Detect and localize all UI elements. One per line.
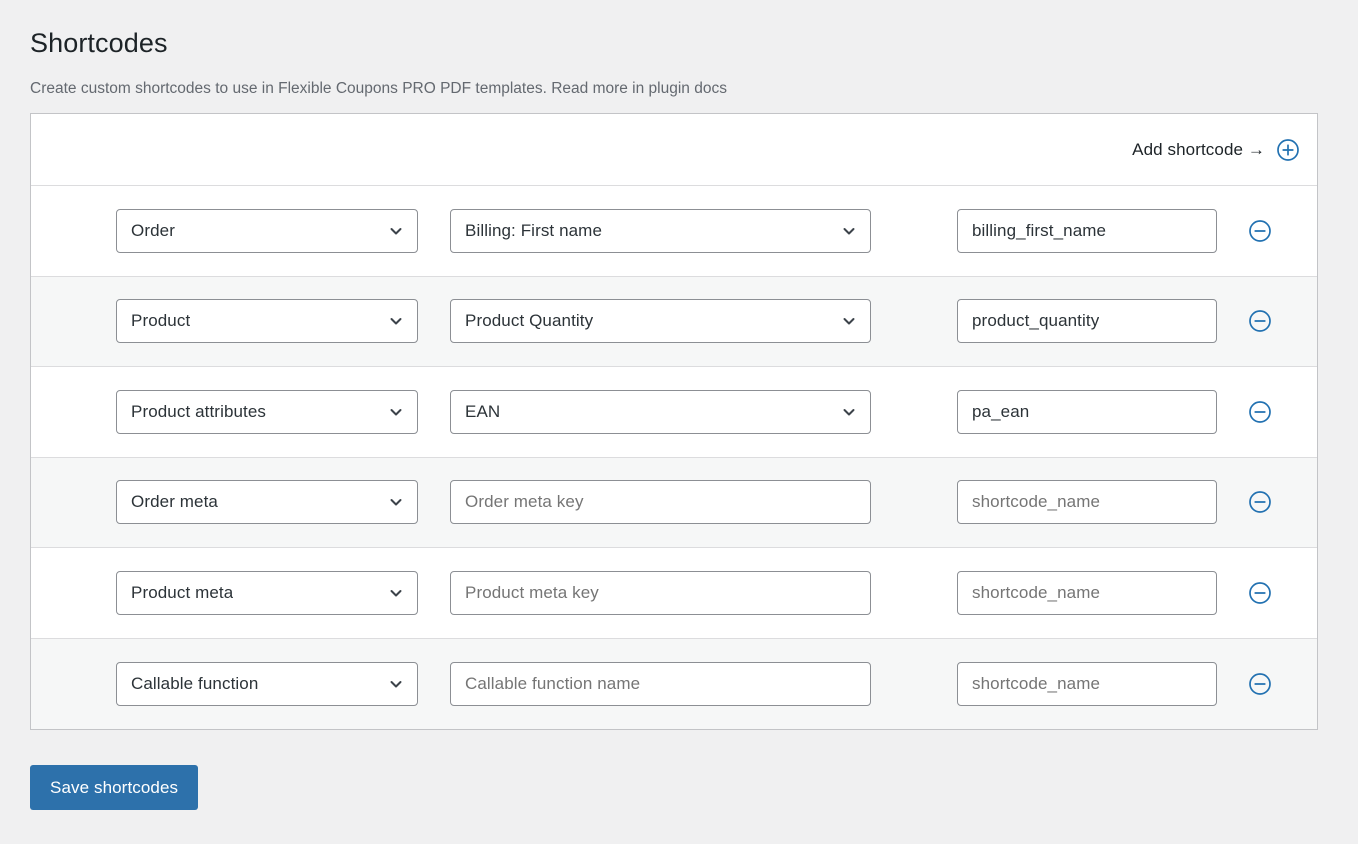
shortcode-name-input[interactable]: billing_first_name [957,208,1217,253]
shortcode-name-input-text: shortcode_name [972,492,1101,512]
shortcode-name-input[interactable]: shortcode_name [957,661,1217,706]
source-select-cell: Product meta [116,570,418,615]
shortcodes-page: Shortcodes Create custom shortcodes to u… [0,0,1358,844]
shortcodes-card: Add shortcode → Order Billing: First name… [30,113,1318,730]
row-actions [1217,219,1317,243]
key-field-text: Order meta key [465,492,584,512]
source-select-text: Product meta [131,582,234,602]
chevron-down-icon [841,223,857,239]
source-select-cell: Order meta [116,480,418,525]
minus-circle-icon[interactable] [1248,672,1272,696]
key-field-cell: Product meta key [450,570,871,615]
chevron-down-icon [388,313,404,329]
row-actions [1217,400,1317,424]
key-field-cell: Callable function name [450,661,871,706]
table-row: Product Product Quantity product_quantity [31,276,1317,367]
chevron-down-icon [388,404,404,420]
source-select[interactable]: Product [116,299,418,344]
row-actions [1217,309,1317,333]
shortcode-name-input-text: billing_first_name [972,220,1107,240]
source-select-text: Order [131,220,175,240]
key-field[interactable]: Callable function name [450,661,871,706]
page-title: Shortcodes [30,28,168,58]
source-select-cell: Order [116,208,418,253]
chevron-down-icon [388,223,404,239]
chevron-down-icon [841,404,857,420]
shortcode-name-input-text: product_quantity [972,311,1100,331]
save-shortcodes-button[interactable]: Save shortcodes [30,765,199,810]
key-field[interactable]: Billing: First name [450,208,871,253]
key-field-cell: Billing: First name [450,208,871,253]
source-select-text: Product [131,311,191,331]
table-row: Product meta Product meta key shortcode_na… [31,548,1317,639]
shortcode-name-input-text: shortcode_name [972,582,1101,602]
shortcode-name-input-cell: shortcode_name [957,661,1217,706]
table-row: Product attributes EAN pa_ean [31,367,1317,458]
shortcode-name-input[interactable]: shortcode_name [957,480,1217,525]
shortcode-name-input[interactable]: pa_ean [957,389,1217,434]
key-field-text: Callable function name [465,673,641,693]
source-select-cell: Product [116,299,418,344]
minus-circle-icon[interactable] [1248,400,1272,424]
row-actions [1217,672,1317,696]
key-field[interactable]: Order meta key [450,480,871,525]
chevron-down-icon [388,494,404,510]
chevron-down-icon [841,313,857,329]
minus-circle-icon[interactable] [1248,309,1272,333]
add-shortcode-label: Add shortcode → [1132,139,1265,159]
key-field-cell: EAN [450,389,871,434]
minus-circle-icon[interactable] [1248,581,1272,605]
key-field-text: Product meta key [465,582,599,602]
key-field-cell: Order meta key [450,480,871,525]
table-row: Order Billing: First name billing_first_na… [31,186,1317,277]
source-select[interactable]: Callable function [116,661,418,706]
shortcode-name-input[interactable]: product_quantity [957,299,1217,344]
shortcode-name-input-cell: billing_first_name [957,208,1217,253]
row-actions [1217,490,1317,514]
chevron-down-icon [388,676,404,692]
minus-circle-icon[interactable] [1248,490,1272,514]
shortcode-name-input-text: shortcode_name [972,673,1101,693]
key-field-text: Billing: First name [465,220,602,240]
chevron-down-icon [388,585,404,601]
minus-circle-icon[interactable] [1248,219,1272,243]
key-field-cell: Product Quantity [450,299,871,344]
row-actions [1217,581,1317,605]
source-select[interactable]: Product meta [116,570,418,615]
card-header: Add shortcode → [31,114,1317,186]
table-row: Order meta Order meta key shortcode_name [31,457,1317,548]
shortcode-name-input-cell: shortcode_name [957,570,1217,615]
source-select-text: Callable function [131,673,259,693]
key-field[interactable]: Product Quantity [450,299,871,344]
shortcode-name-input[interactable]: shortcode_name [957,570,1217,615]
key-field[interactable]: Product meta key [450,570,871,615]
source-select[interactable]: Order [116,208,418,253]
shortcode-name-input-cell: pa_ean [957,389,1217,434]
source-select-text: Order meta [131,492,218,512]
source-select-text: Product attributes [131,401,267,421]
page-description: Create custom shortcodes to use in Flexi… [30,80,727,97]
source-select-cell: Product attributes [116,389,418,434]
key-field-text: EAN [465,401,501,421]
source-select[interactable]: Product attributes [116,389,418,434]
plus-circle-icon[interactable] [1276,138,1300,162]
source-select-cell: Callable function [116,661,418,706]
shortcode-rows: Order Billing: First name billing_first_na… [31,186,1317,729]
table-row: Callable function Callable function name s… [31,638,1317,729]
key-field[interactable]: EAN [450,389,871,434]
shortcode-name-input-cell: product_quantity [957,299,1217,344]
source-select[interactable]: Order meta [116,480,418,525]
shortcode-name-input-text: pa_ean [972,401,1030,421]
key-field-text: Product Quantity [465,311,594,331]
shortcode-name-input-cell: shortcode_name [957,480,1217,525]
